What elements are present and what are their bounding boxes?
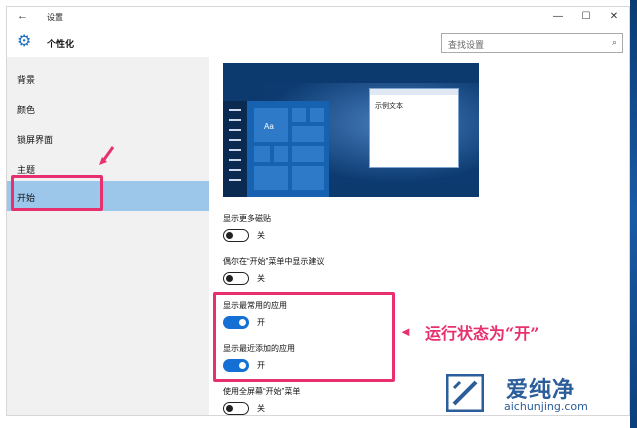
- toggle-state-text: 关: [257, 404, 265, 413]
- watermark-url: aichunjing.com: [504, 400, 588, 413]
- pointer-arrow-icon: [99, 146, 115, 165]
- preview-list-line: [229, 159, 241, 161]
- arrow-left-icon: ◄: [399, 324, 412, 339]
- toggle-state-text: 关: [257, 231, 265, 240]
- setting-label-more-tiles: 显示更多磁贴: [223, 214, 271, 223]
- highlight-box-start: [11, 175, 103, 211]
- search-input[interactable]: 查找设置 ⌕: [441, 33, 623, 53]
- sidebar-item-label: 锁屏界面: [17, 135, 54, 145]
- preview-tile: [291, 107, 307, 123]
- preview-list-line: [229, 139, 241, 141]
- desktop-background: [630, 0, 637, 428]
- sidebar-item-label: 颜色: [17, 105, 36, 115]
- annotation-callout: ◄ 运行状态为“开”: [399, 315, 599, 345]
- main-content: Aa 示例文本 显示更多磁贴 关 偶尔在“开始”菜单中显示建议 关 显示最常用的…: [209, 57, 629, 415]
- maximize-button[interactable]: ☐: [575, 9, 597, 25]
- sidebar-item-label: 背景: [17, 75, 36, 85]
- setting-row-more-tiles: 关: [223, 229, 303, 243]
- close-button[interactable]: ✕: [603, 9, 625, 25]
- toggle-full-screen[interactable]: [223, 402, 249, 415]
- preview-tiles: Aa: [247, 101, 329, 197]
- settings-window: ← 设置 — ☐ ✕ ⚙ 个性化 查找设置 ⌕ 背景 颜色 锁屏界面 主题 开始…: [6, 6, 630, 416]
- preview-sample-text: 示例文本: [375, 103, 403, 110]
- toggle-state-text: 关: [257, 274, 265, 283]
- watermark: 爱纯净 aichunjing.com: [438, 368, 630, 418]
- preview-tile: Aa: [253, 107, 289, 143]
- preview-list-line: [229, 129, 241, 131]
- preview-list-line: [229, 179, 241, 181]
- watermark-logo-icon: [446, 374, 484, 412]
- preview-list-line: [229, 149, 241, 151]
- minimize-button[interactable]: —: [547, 9, 569, 25]
- sidebar: 背景 颜色 锁屏界面 主题 开始: [7, 57, 209, 415]
- setting-row-full-screen: 关: [223, 402, 303, 415]
- back-button[interactable]: ←: [17, 10, 28, 22]
- setting-row-suggestions: 关: [223, 272, 303, 286]
- preview-tile: [253, 165, 289, 191]
- preview-tile: [291, 165, 325, 191]
- page-title: 个性化: [47, 39, 75, 49]
- search-icon[interactable]: ⌕: [612, 37, 617, 48]
- preview-tile-label: Aa: [264, 122, 274, 131]
- title-bar: ← 设置 — ☐ ✕: [7, 7, 629, 29]
- preview-tile: [253, 145, 271, 163]
- preview-start-list: [223, 101, 247, 197]
- sidebar-item-colors[interactable]: 颜色: [7, 93, 209, 123]
- preview-list-line: [229, 109, 241, 111]
- screenshot-frame: ← 设置 — ☐ ✕ ⚙ 个性化 查找设置 ⌕ 背景 颜色 锁屏界面 主题 开始…: [0, 0, 637, 428]
- setting-label-suggestions: 偶尔在“开始”菜单中显示建议: [223, 257, 325, 266]
- page-header: ⚙ 个性化 查找设置 ⌕: [7, 29, 629, 57]
- preview-window-titlebar: [370, 89, 458, 95]
- start-menu-preview: Aa 示例文本: [223, 63, 479, 197]
- preview-tile: [291, 145, 325, 163]
- preview-window: 示例文本: [369, 88, 459, 168]
- toggle-more-tiles[interactable]: [223, 229, 249, 242]
- preview-list-line: [229, 119, 241, 121]
- setting-label-full-screen: 使用全屏幕“开始”菜单: [223, 387, 301, 396]
- search-placeholder: 查找设置: [448, 40, 485, 50]
- window-title: 设置: [47, 13, 63, 22]
- sidebar-item-background[interactable]: 背景: [7, 63, 209, 93]
- preview-tile: [291, 125, 325, 143]
- preview-tile: [273, 145, 289, 163]
- highlight-box-apps: [213, 292, 395, 382]
- preview-list-line: [229, 169, 241, 171]
- gear-icon: ⚙: [17, 33, 32, 50]
- annotation-text: 运行状态为“开”: [425, 324, 540, 343]
- preview-tile: [309, 107, 325, 123]
- toggle-suggestions[interactable]: [223, 272, 249, 285]
